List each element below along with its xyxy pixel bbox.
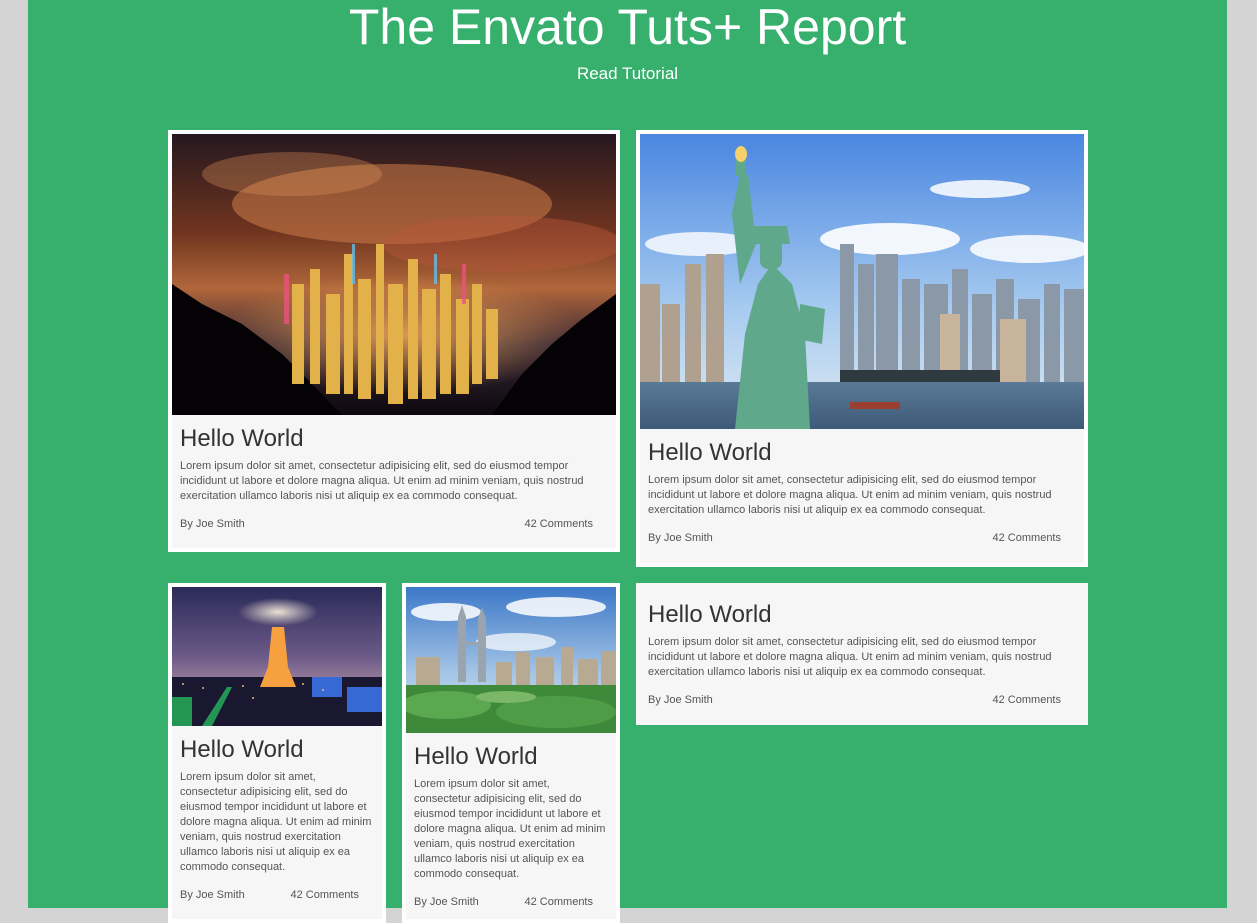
article-comments-link[interactable]: 42 Comments xyxy=(993,532,1061,544)
article-author[interactable]: By Joe Smith xyxy=(414,896,479,908)
article-title[interactable]: Hello World xyxy=(180,736,374,764)
page-container: The Envato Tuts+ Report Read Tutorial He… xyxy=(28,0,1227,923)
article-excerpt: Lorem ipsum dolor sit amet, consectetur … xyxy=(648,636,1052,678)
article-card: Hello World Lorem ipsum dolor sit amet, … xyxy=(402,583,620,923)
article-author[interactable]: By Joe Smith xyxy=(180,889,245,901)
article-card: Hello World Lorem ipsum dolor sit amet, … xyxy=(636,130,1088,567)
kuala-lumpur-petronas-towers-photo[interactable] xyxy=(406,587,616,733)
hong-kong-night-skyline-photo[interactable] xyxy=(172,134,616,415)
paris-eiffel-tower-night-photo[interactable] xyxy=(172,587,382,726)
article-title[interactable]: Hello World xyxy=(180,425,608,453)
article-title[interactable]: Hello World xyxy=(414,743,608,771)
article-excerpt: Lorem ipsum dolor sit amet, consectetur … xyxy=(648,474,1052,516)
article-excerpt: Lorem ipsum dolor sit amet, consectetur … xyxy=(414,778,606,880)
article-comments-link[interactable]: 42 Comments xyxy=(291,889,359,901)
article-card: Hello World Lorem ipsum dolor sit amet, … xyxy=(168,130,620,552)
article-title[interactable]: Hello World xyxy=(648,439,1076,467)
page-title: The Envato Tuts+ Report xyxy=(348,0,907,55)
article-excerpt: Lorem ipsum dolor sit amet, consectetur … xyxy=(180,771,372,873)
article-card: Hello World Lorem ipsum dolor sit amet, … xyxy=(168,583,386,923)
article-card: Hello World Lorem ipsum dolor sit amet, … xyxy=(636,583,1088,725)
article-author[interactable]: By Joe Smith xyxy=(648,694,713,706)
article-author[interactable]: By Joe Smith xyxy=(180,518,245,530)
article-author[interactable]: By Joe Smith xyxy=(648,532,713,544)
article-title[interactable]: Hello World xyxy=(648,601,1076,629)
article-comments-link[interactable]: 42 Comments xyxy=(993,694,1061,706)
read-tutorial-link[interactable]: Read Tutorial xyxy=(28,64,1227,84)
article-excerpt: Lorem ipsum dolor sit amet, consectetur … xyxy=(180,460,584,502)
statue-of-liberty-new-york-photo[interactable] xyxy=(640,134,1084,429)
article-comments-link[interactable]: 42 Comments xyxy=(525,896,593,908)
article-comments-link[interactable]: 42 Comments xyxy=(525,518,593,530)
